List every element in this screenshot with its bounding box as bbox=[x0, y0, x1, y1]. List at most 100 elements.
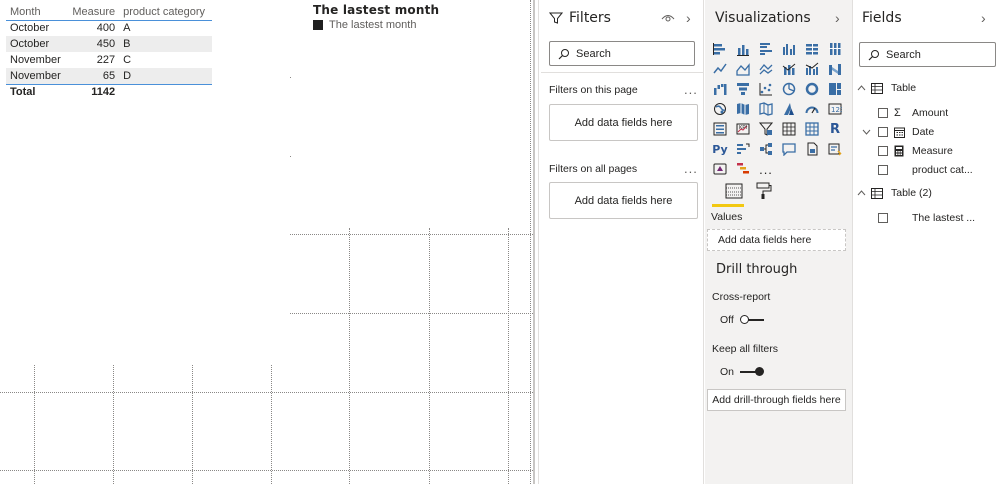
treemap-icon[interactable] bbox=[826, 80, 844, 98]
r-visual-icon[interactable]: R bbox=[826, 120, 844, 138]
azure-map-icon[interactable] bbox=[780, 100, 798, 118]
canvas-edge bbox=[530, 0, 531, 484]
chevron-down-icon[interactable] bbox=[862, 126, 878, 138]
toggle-switch[interactable] bbox=[739, 315, 764, 325]
field-product-category[interactable]: product cat... bbox=[878, 164, 973, 176]
cross-report-toggle[interactable]: Off bbox=[720, 314, 764, 326]
chart-visual[interactable]: The lastest month The lastest month bbox=[313, 3, 439, 31]
stacked-bar-chart-icon[interactable] bbox=[711, 40, 729, 58]
filters-page-well[interactable]: Add data fields here bbox=[549, 104, 698, 141]
collapse-filters-icon[interactable]: › bbox=[686, 10, 691, 26]
table-node-table-2[interactable]: Table (2) bbox=[857, 187, 932, 199]
funnel-chart-icon[interactable] bbox=[734, 80, 752, 98]
more-visuals-icon[interactable]: ... bbox=[757, 160, 775, 178]
scatter-chart-icon[interactable] bbox=[757, 80, 775, 98]
clustered-column-chart-icon[interactable] bbox=[780, 40, 798, 58]
more-options-icon[interactable]: ... bbox=[684, 82, 698, 97]
shape-map-icon[interactable] bbox=[757, 100, 775, 118]
cell-month: October bbox=[6, 36, 67, 52]
table-row[interactable]: October 450 B bbox=[6, 36, 212, 52]
field-checkbox[interactable] bbox=[878, 108, 888, 118]
column-header-measure[interactable]: Measure bbox=[66, 4, 120, 21]
column-header-month[interactable]: Month bbox=[6, 4, 67, 21]
pie-chart-icon[interactable] bbox=[780, 80, 798, 98]
gantt-icon[interactable] bbox=[734, 160, 752, 178]
key-influencers-icon[interactable] bbox=[734, 140, 752, 158]
gauge-icon[interactable] bbox=[803, 100, 821, 118]
table-row[interactable]: October 400 A bbox=[6, 20, 212, 36]
gridline bbox=[429, 228, 430, 484]
column-header-product-category[interactable]: product category bbox=[119, 4, 212, 21]
chevron-up-icon[interactable] bbox=[857, 188, 867, 199]
paginated-report-icon[interactable] bbox=[803, 140, 821, 158]
filters-search-input[interactable] bbox=[576, 47, 694, 60]
multi-row-card-icon[interactable] bbox=[711, 120, 729, 138]
gridline bbox=[290, 77, 291, 78]
100-stacked-bar-chart-icon[interactable] bbox=[803, 40, 821, 58]
toggle-switch[interactable] bbox=[740, 367, 765, 377]
table-row[interactable]: November 65 D bbox=[6, 68, 212, 85]
card-icon[interactable]: 123 bbox=[826, 100, 844, 118]
stacked-area-chart-icon[interactable] bbox=[757, 60, 775, 78]
waterfall-chart-icon[interactable] bbox=[711, 80, 729, 98]
chevron-up-icon[interactable] bbox=[857, 83, 867, 94]
field-the-lastest-month[interactable]: The lastest ... bbox=[878, 212, 975, 224]
format-tab[interactable] bbox=[753, 181, 775, 201]
collapse-fields-icon[interactable]: › bbox=[981, 10, 986, 26]
field-checkbox[interactable] bbox=[878, 127, 888, 137]
smart-narrative-icon[interactable] bbox=[826, 140, 844, 158]
line-and-stacked-column-icon[interactable] bbox=[780, 60, 798, 78]
field-date[interactable]: Date bbox=[862, 126, 934, 138]
search-icon bbox=[868, 49, 880, 61]
decomposition-tree-icon[interactable] bbox=[757, 140, 775, 158]
gridline bbox=[0, 470, 533, 471]
line-chart-icon[interactable] bbox=[711, 60, 729, 78]
table-icon[interactable] bbox=[780, 120, 798, 138]
more-visuals-label: ... bbox=[759, 161, 773, 177]
table-name: Table (2) bbox=[891, 187, 932, 199]
line-and-clustered-column-icon[interactable] bbox=[803, 60, 821, 78]
collapse-visualizations-icon[interactable]: › bbox=[835, 10, 840, 26]
table-visual[interactable]: Month Measure product category October 4… bbox=[6, 4, 212, 100]
map-icon[interactable] bbox=[711, 100, 729, 118]
gridline bbox=[349, 228, 350, 484]
slicer-icon[interactable] bbox=[757, 120, 775, 138]
field-checkbox[interactable] bbox=[878, 146, 888, 156]
field-checkbox[interactable] bbox=[878, 165, 888, 175]
ribbon-chart-icon[interactable] bbox=[826, 60, 844, 78]
gridline bbox=[508, 228, 509, 484]
values-well[interactable]: Add data fields here bbox=[707, 229, 846, 251]
field-amount[interactable]: Σ Amount bbox=[878, 107, 948, 119]
donut-chart-icon[interactable] bbox=[803, 80, 821, 98]
drill-through-well[interactable]: Add drill-through fields here bbox=[707, 389, 846, 411]
table-node-table[interactable]: Table bbox=[857, 82, 916, 94]
filters-all-pages-well[interactable]: Add data fields here bbox=[549, 182, 698, 219]
cell-category: D bbox=[119, 68, 212, 85]
field-checkbox[interactable] bbox=[878, 213, 888, 223]
clustered-bar-chart-icon[interactable] bbox=[757, 40, 775, 58]
python-visual-icon[interactable]: Py bbox=[711, 140, 729, 158]
filters-search-box[interactable] bbox=[549, 41, 695, 66]
field-measure[interactable]: Measure bbox=[878, 145, 953, 157]
table-row[interactable]: November 227 C bbox=[6, 52, 212, 68]
keep-all-filters-toggle[interactable]: On bbox=[720, 366, 765, 378]
fields-tab[interactable] bbox=[723, 181, 745, 201]
area-chart-icon[interactable] bbox=[734, 60, 752, 78]
report-canvas[interactable]: Month Measure product category October 4… bbox=[0, 0, 533, 484]
more-options-icon[interactable]: ... bbox=[684, 161, 698, 176]
stacked-column-chart-icon[interactable] bbox=[734, 40, 752, 58]
power-apps-icon[interactable] bbox=[711, 160, 729, 178]
table-icon bbox=[871, 187, 883, 199]
table-name: Table bbox=[891, 82, 917, 94]
eye-icon[interactable] bbox=[661, 12, 675, 24]
matrix-icon[interactable] bbox=[803, 120, 821, 138]
chart-legend: The lastest month bbox=[313, 19, 439, 31]
kpi-icon[interactable]: KPI bbox=[734, 120, 752, 138]
calculator-icon bbox=[894, 145, 904, 157]
qa-icon[interactable] bbox=[780, 140, 798, 158]
gridline bbox=[290, 234, 533, 235]
100-stacked-column-chart-icon[interactable] bbox=[826, 40, 844, 58]
fields-search-box[interactable] bbox=[859, 42, 996, 67]
fields-search-input[interactable] bbox=[886, 48, 995, 61]
filled-map-icon[interactable] bbox=[734, 100, 752, 118]
